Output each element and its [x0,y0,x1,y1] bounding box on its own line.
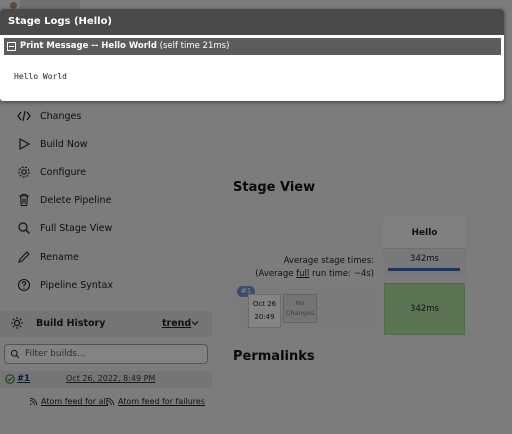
log-step-name: Print Message -- Hello World [20,41,157,51]
modal-title: Stage Logs (Hello) [8,16,113,27]
log-output: Hello World [14,72,67,81]
stage-logs-modal: Stage Logs (Hello) Print Message -- Hell… [0,9,504,101]
log-step-title: Print Message -- Hello World (self time … [20,41,229,51]
log-step-time: (self time 21ms) [159,41,230,51]
collapse-icon[interactable] [7,42,16,51]
